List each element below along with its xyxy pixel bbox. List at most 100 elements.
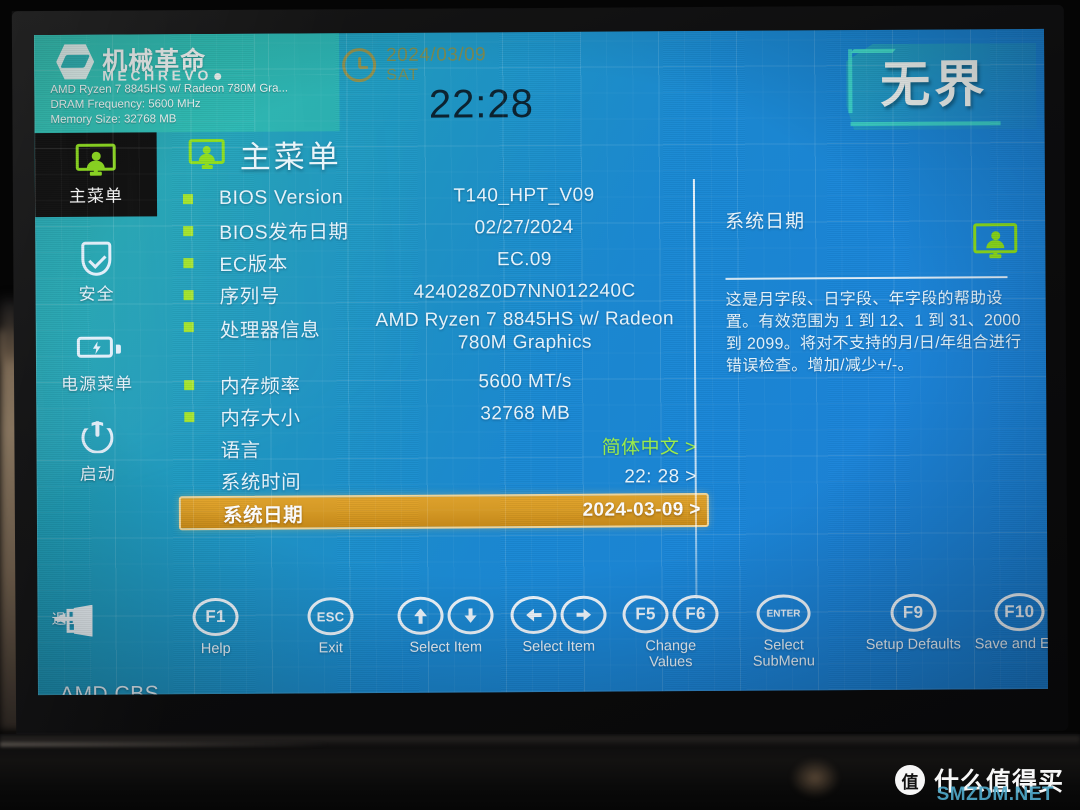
sidebar-label-main-menu: 主菜单 [68,186,124,206]
setting-value: AMD Ryzen 7 8845HS w/ Radeon 780M Graphi… [375,308,675,354]
key-f1[interactable]: F1 Help [192,597,239,658]
key-cap-enter: ENTER [756,594,811,633]
sidebar-item-power-menu[interactable]: 电源菜单 [36,320,159,405]
table-row[interactable]: 内存频率 5600 MT/s [184,365,696,400]
setting-value: 32768 MB [480,402,571,425]
exit-door-icon [54,605,94,637]
clock-icon [342,48,377,83]
key-exit[interactable]: 退出 [51,603,80,628]
table-row-system-date-selected[interactable]: 系统日期 2024-03-09 > [178,492,710,531]
key-change-values[interactable]: F5 F6 Change Values [622,594,719,671]
table-row-system-time[interactable]: 系统时间 22: 28 > [185,461,697,496]
page-title-text: 主菜单 [239,139,342,175]
sidebar-label-power-menu: 电源菜单 [61,373,134,394]
setting-value: 简体中文 > [601,436,697,459]
hexagon-logo-icon [56,43,94,81]
key-cap-f10: F10 [994,592,1045,632]
bullet-icon [183,258,194,269]
setting-label: 处理器信息 [219,319,321,342]
key-label-select-item-vertical: Select Item [409,639,483,656]
key-cap-f9: F9 [889,593,937,632]
arrow-down-icon [447,596,494,635]
watermark-site: SMZDM.NET [936,784,1054,805]
setting-value: EC.09 [496,248,552,271]
help-description: 这是月字段、日字段、年字段的帮助设置。有效范围为 1 到 12、1 到 31、2… [725,289,1022,375]
setting-value: 02/27/2024 [474,216,574,239]
page-title: 主菜单 [187,131,342,177]
setting-label: BIOS发布日期 [219,220,349,244]
shield-icon [74,241,118,276]
sidebar-item-amd-cbs[interactable]: AMD CBS [60,682,159,695]
help-divider [725,276,1008,280]
power-icon [75,421,119,455]
laptop-hinge-highlight [0,742,330,747]
product-series-logo: 无界 [846,43,1037,130]
sidebar-item-main-menu[interactable]: 主菜单 [34,132,158,218]
setting-value: 22: 28 > [624,466,697,488]
table-row[interactable]: BIOS发布日期 02/27/2024 [183,211,695,246]
monitor-icon [187,138,227,170]
clock-date: 2024/03/09 [386,44,487,66]
clock-weekday: SAT [386,66,420,84]
setting-value: T140_HPT_V09 [453,184,595,207]
key-cap-f1: F1 [192,597,239,637]
dram-summary-line: DRAM Frequency: 5600 MHz [50,98,201,111]
key-select-item-vertical[interactable]: Select Item [397,596,494,656]
key-f10[interactable]: F10 Save and Exit [974,592,1048,652]
key-esc[interactable]: ESC Exit [307,597,354,657]
monitor-icon [973,223,1019,261]
clock-widget: 2024/03/09 SAT 22:28 [334,39,635,127]
arrow-up-icon [397,596,444,635]
key-select-item-horizontal[interactable]: Select Item [510,595,607,656]
logo-bracket-left [848,49,853,114]
product-series-name: 无界 [880,56,989,113]
bullet-icon [184,412,195,423]
key-label-select-item-horizontal: Select Item [522,638,596,656]
sidebar-item-security[interactable]: 安全 [35,230,158,315]
key-f9[interactable]: F9 Setup Defaults [865,593,961,654]
clock-time: 22:28 [428,82,535,127]
brand-header-panel: 机械革命 MECHREVO AMD Ryzen 7 8845HS w/ Rade… [33,33,340,134]
bios-setup-screen: 机械革命 MECHREVO AMD Ryzen 7 8845HS w/ Rade… [33,28,1049,696]
bullet-icon [184,380,195,391]
key-cap-esc: ESC [307,597,354,636]
table-row[interactable]: BIOS Version T140_HPT_V09 [182,179,695,214]
key-label-esc: Exit [318,640,343,657]
key-enter[interactable]: ENTER Select SubMenu [752,594,815,670]
setting-label: 内存频率 [220,374,301,398]
bullet-icon [183,290,194,301]
laptop-base-glint [790,758,840,798]
key-cap-f5: F5 [622,595,669,634]
setting-value: 5600 MT/s [478,370,572,393]
settings-list: BIOS Version T140_HPT_V09 BIOS发布日期 02/27… [178,179,710,531]
sidebar-label-boot: 启动 [79,464,116,484]
setting-label: 系统时间 [220,470,302,494]
table-row[interactable]: EC版本 EC.09 [183,243,695,278]
bullet-icon [182,194,194,205]
setting-label: 序列号 [219,285,280,308]
help-panel: 系统日期 这是月字段、日字段、年字段的帮助设置。有效范围为 1 到 12、1 到… [725,205,1026,377]
panel-divider [692,179,698,600]
setting-value: 424028Z0D7NN012240C [413,280,636,303]
photograph-of-laptop: 机械革命 MECHREVO AMD Ryzen 7 8845HS w/ Rade… [0,0,1080,810]
arrow-left-icon [510,595,557,635]
key-label-change-values: Change Values [645,638,697,671]
sidebar-label-security: 安全 [78,284,115,304]
bullet-icon [183,226,194,237]
setting-label: 系统日期 [222,503,304,527]
sidebar-item-boot[interactable]: 启动 [36,410,159,495]
key-label-enter: Select SubMenu [752,637,815,670]
table-row[interactable]: 处理器信息 AMD Ryzen 7 8845HS w/ Radeon 780M … [183,307,696,362]
setting-label: EC版本 [219,253,288,276]
table-row-language[interactable]: 语言 简体中文 > [184,429,696,464]
watermark-badge: 值 [894,765,925,795]
key-cap-f6: F6 [672,594,719,634]
bullet-icon [183,322,194,333]
key-label-f9: Setup Defaults [865,636,961,654]
setting-value: 2024-03-09 > [582,499,701,521]
key-label-f1: Help [200,640,231,658]
table-row[interactable]: 内存大小 32768 MB [184,397,696,432]
battery-icon [75,331,119,365]
table-row[interactable]: 序列号 424028Z0D7NN012240C [183,275,695,310]
monitor-icon [74,143,118,177]
